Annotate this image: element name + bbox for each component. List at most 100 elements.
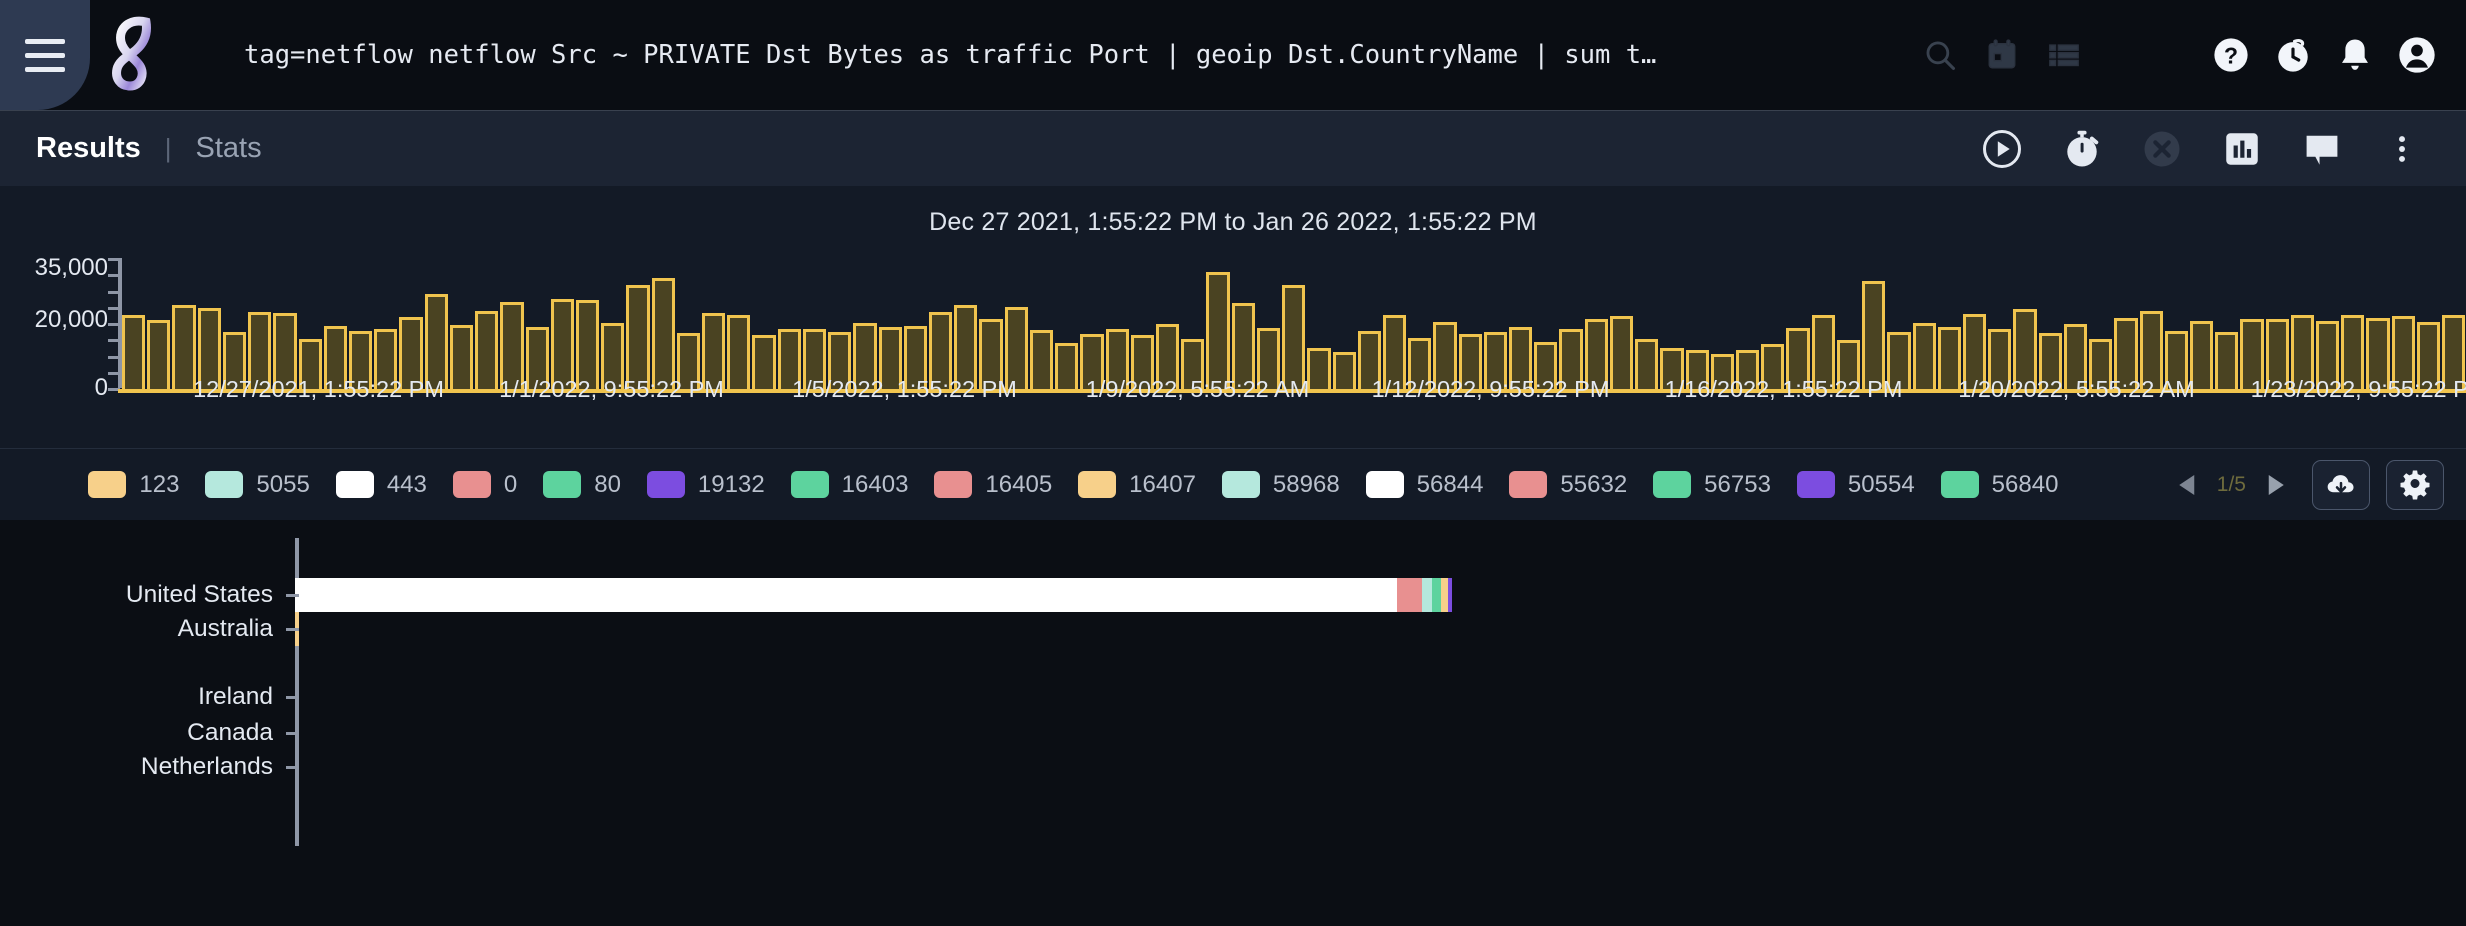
hamburger-icon bbox=[25, 38, 65, 72]
country-label: Australia bbox=[177, 615, 273, 642]
legend-label: 16407 bbox=[1129, 470, 1196, 498]
legend-items: 123 5055 443 0 80 19132 16403 16405 16407 58968 56… bbox=[0, 471, 2173, 499]
country-label: Ireland bbox=[198, 683, 273, 710]
y-axis-label: 35,000 bbox=[34, 254, 108, 282]
country-bar-segment[interactable] bbox=[1440, 578, 1448, 612]
next-page-button[interactable] bbox=[2260, 470, 2290, 500]
legend-label: 50554 bbox=[1847, 470, 1915, 498]
legend-item[interactable]: 19132 bbox=[646, 471, 765, 499]
gravwell-logo-icon[interactable] bbox=[90, 0, 182, 110]
y-axis-labels: 0 20,000 35,000 bbox=[0, 238, 108, 401]
x-axis-label: 1/12/2022, 9:55:22 PM bbox=[1371, 376, 1610, 402]
country-bar-segment[interactable] bbox=[295, 578, 1398, 612]
legend-label: 443 bbox=[386, 470, 427, 498]
legend-label: 56844 bbox=[1416, 470, 1484, 498]
legend-label: 16405 bbox=[985, 470, 1053, 498]
country-bar-segment[interactable] bbox=[1397, 578, 1422, 612]
previous-page-button[interactable] bbox=[2173, 470, 2203, 500]
notifications-bell-icon[interactable] bbox=[2324, 0, 2386, 110]
country-row: United States bbox=[0, 578, 2466, 612]
search-query-text[interactable]: tag=netflow netflow Src ~ PRIVATE Dst By… bbox=[182, 40, 1909, 70]
chart-title: Dec 27 2021, 1:55:22 PM to Jan 26 2022, … bbox=[929, 208, 1537, 236]
tab-results[interactable]: Results bbox=[22, 132, 155, 165]
legend-label: 80 bbox=[594, 470, 621, 498]
legend-label: 16403 bbox=[841, 470, 909, 498]
country-bar-segment[interactable] bbox=[1432, 578, 1441, 612]
legend-label: 58968 bbox=[1272, 470, 1340, 498]
x-axis-label: 1/20/2022, 5:55:22 AM bbox=[1958, 376, 2195, 402]
legend-item[interactable]: 16407 bbox=[1078, 471, 1196, 499]
more-vertical-icon[interactable] bbox=[2362, 111, 2442, 187]
legend-item[interactable]: 443 bbox=[335, 470, 427, 499]
timeline-bar[interactable] bbox=[626, 285, 650, 390]
help-icon[interactable]: ? bbox=[2200, 0, 2262, 110]
legend-item[interactable]: 16405 bbox=[934, 471, 1052, 499]
tab-separator: | bbox=[164, 133, 172, 163]
legend-swatch bbox=[1796, 471, 1835, 498]
close-circle-icon[interactable] bbox=[2122, 111, 2202, 187]
list-icon[interactable] bbox=[2033, 0, 2095, 110]
x-axis-label: 1/23/2022, 9:55:22 PM bbox=[2250, 376, 2466, 402]
country-axis-tick bbox=[286, 628, 299, 631]
legend-item[interactable]: 80 bbox=[543, 471, 621, 499]
legend-item[interactable]: 55632 bbox=[1509, 471, 1627, 499]
timeline-bar[interactable] bbox=[1862, 281, 1886, 390]
legend-item[interactable]: 56753 bbox=[1653, 471, 1771, 499]
country-label: United States bbox=[125, 581, 273, 608]
settings-button[interactable] bbox=[2386, 459, 2444, 510]
legend-item[interactable]: 56844 bbox=[1365, 470, 1484, 499]
country-axis-tick bbox=[286, 732, 299, 735]
bar-chart-icon[interactable] bbox=[2202, 111, 2282, 187]
timeline-bar[interactable] bbox=[1282, 285, 1306, 390]
results-tab-bar: Results | Stats bbox=[0, 110, 2466, 186]
legend-item[interactable]: 0 bbox=[452, 471, 517, 499]
calendar-icon[interactable] bbox=[1971, 0, 2033, 110]
legend-item[interactable]: 123 bbox=[88, 471, 179, 499]
x-axis-label: 12/27/2021, 1:55:22 PM bbox=[193, 376, 444, 402]
x-axis-label: 1/1/2022, 9:55:22 PM bbox=[499, 376, 724, 402]
legend-pager: 1/5 bbox=[2173, 470, 2290, 500]
timeline-bar[interactable] bbox=[651, 278, 675, 390]
comment-icon[interactable] bbox=[2282, 111, 2362, 187]
legend-swatch bbox=[1940, 471, 1979, 498]
page-indicator: 1/5 bbox=[2216, 472, 2246, 496]
legend-item[interactable]: 58968 bbox=[1221, 470, 1340, 499]
search-icon[interactable] bbox=[1909, 0, 1971, 110]
country-bar[interactable] bbox=[295, 578, 1453, 612]
legend-swatch bbox=[646, 471, 685, 498]
legend-swatch bbox=[543, 471, 582, 498]
legend-item[interactable]: 16403 bbox=[790, 470, 909, 499]
country-bar-segment[interactable] bbox=[1421, 578, 1433, 612]
x-axis-label: 1/16/2022, 1:55:22 PM bbox=[1664, 376, 1903, 402]
svg-text:?: ? bbox=[2224, 43, 2238, 69]
legend-label: 56840 bbox=[1991, 470, 2059, 498]
legend-swatch bbox=[1509, 471, 1548, 498]
download-button[interactable] bbox=[2312, 459, 2370, 510]
country-chart: United States Australia Ireland Canada Nethe… bbox=[0, 520, 2466, 846]
country-label: Canada bbox=[187, 719, 273, 746]
legend-swatch bbox=[1221, 471, 1260, 498]
country-axis-tick bbox=[286, 766, 299, 769]
legend-item[interactable]: 5055 bbox=[205, 470, 310, 499]
legend-bar: 123 5055 443 0 80 19132 16403 16405 16407 58968 56… bbox=[0, 448, 2466, 520]
timeline-chart-panel: Dec 27 2021, 1:55:22 PM to Jan 26 2022, … bbox=[0, 186, 2466, 448]
x-axis-label: 1/9/2022, 5:55:22 AM bbox=[1085, 376, 1310, 402]
legend-swatch bbox=[335, 471, 374, 498]
legend-item[interactable]: 50554 bbox=[1796, 470, 1915, 499]
legend-swatch bbox=[205, 471, 244, 498]
timeline-bars[interactable] bbox=[122, 258, 2466, 390]
stopwatch-icon[interactable] bbox=[2042, 111, 2122, 187]
legend-swatch bbox=[452, 471, 491, 498]
x-axis-label: 1/5/2022, 1:55:22 PM bbox=[792, 376, 1017, 402]
legend-swatch bbox=[790, 471, 829, 498]
legend-swatch bbox=[1365, 471, 1404, 498]
play-circle-icon[interactable] bbox=[1962, 111, 2042, 187]
history-clock-icon[interactable] bbox=[2262, 0, 2324, 110]
account-avatar-icon[interactable] bbox=[2386, 0, 2448, 110]
legend-label: 5055 bbox=[256, 470, 310, 498]
main-menu-button[interactable] bbox=[0, 0, 90, 110]
legend-item[interactable]: 56840 bbox=[1940, 470, 2059, 499]
timeline-bar[interactable] bbox=[1206, 272, 1230, 390]
country-bar-segment[interactable] bbox=[1447, 578, 1453, 612]
tab-stats[interactable]: Stats bbox=[182, 132, 276, 165]
